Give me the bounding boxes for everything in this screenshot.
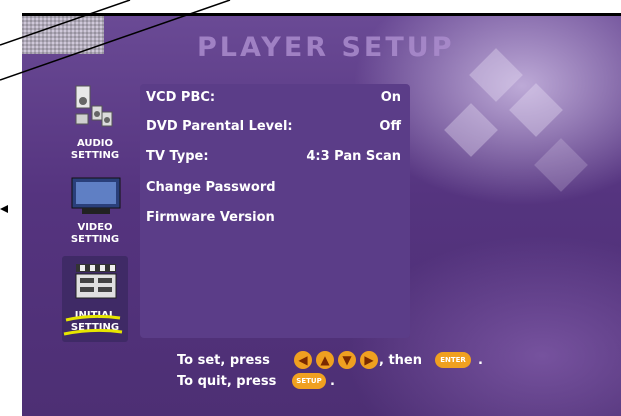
right-arrow-icon: ▶ (360, 351, 378, 369)
setup-button: SETUP (292, 373, 326, 389)
sidebar-item-label: AUDIO (76, 138, 114, 149)
sidebar-item-initial-setting[interactable]: INITIAL SETTING (62, 256, 128, 342)
footer-then-text: , then (379, 353, 423, 368)
menu-item-vcd-pbc[interactable]: VCD PBC: On (146, 90, 401, 110)
menu-item-value: 4:3 Pan Scan (306, 149, 401, 164)
menu-item-value: Off (379, 119, 401, 134)
enter-button: ENTER (435, 352, 471, 368)
sidebar-item-label: VIDEO (77, 222, 113, 233)
sidebar-item-label: SETTING (70, 150, 120, 161)
speaker-icon (75, 85, 113, 127)
checker-pattern (22, 16, 104, 54)
sidebar-item-label: SETTING (70, 234, 120, 245)
footer-set-text: To set, press (177, 353, 270, 368)
menu-item-label: VCD PBC: (146, 90, 216, 105)
menu-item-firmware-version[interactable]: Firmware Version (146, 210, 401, 230)
footer-quit-text: To quit, press (177, 374, 277, 389)
menu-item-dvd-parental-level[interactable]: DVD Parental Level: Off (146, 119, 401, 139)
sidebar-item-video-setting[interactable]: VIDEO SETTING (62, 176, 128, 256)
down-arrow-icon: ▼ (338, 351, 356, 369)
page-title: PLAYER SETUP (197, 32, 455, 63)
decorative-diamond (534, 138, 588, 192)
tv-icon (71, 177, 121, 214)
decorative-diamond (469, 48, 523, 102)
menu-item-label: Firmware Version (146, 210, 275, 225)
clapperboard-icon (75, 264, 117, 299)
left-arrow-icon: ◀ (294, 351, 312, 369)
menu-item-label: TV Type: (146, 149, 209, 164)
menu-item-label: Change Password (146, 180, 276, 195)
footer-period: . (330, 374, 335, 389)
tv-screen: PLAYER SETUP VCD PBC: On DVD Parental Le… (22, 14, 621, 416)
up-arrow-icon: ▲ (316, 351, 334, 369)
decorative-diamond (444, 103, 498, 157)
footer-period: . (478, 353, 483, 368)
menu-item-tv-type[interactable]: TV Type: 4:3 Pan Scan (146, 149, 401, 169)
menu-item-change-password[interactable]: Change Password (146, 180, 401, 200)
highlight-underline (63, 314, 123, 336)
menu-item-value: On (380, 90, 401, 105)
menu-item-label: DVD Parental Level: (146, 119, 293, 134)
decorative-diamond (509, 83, 563, 137)
sidebar-item-audio-setting[interactable]: AUDIO SETTING (62, 84, 128, 174)
